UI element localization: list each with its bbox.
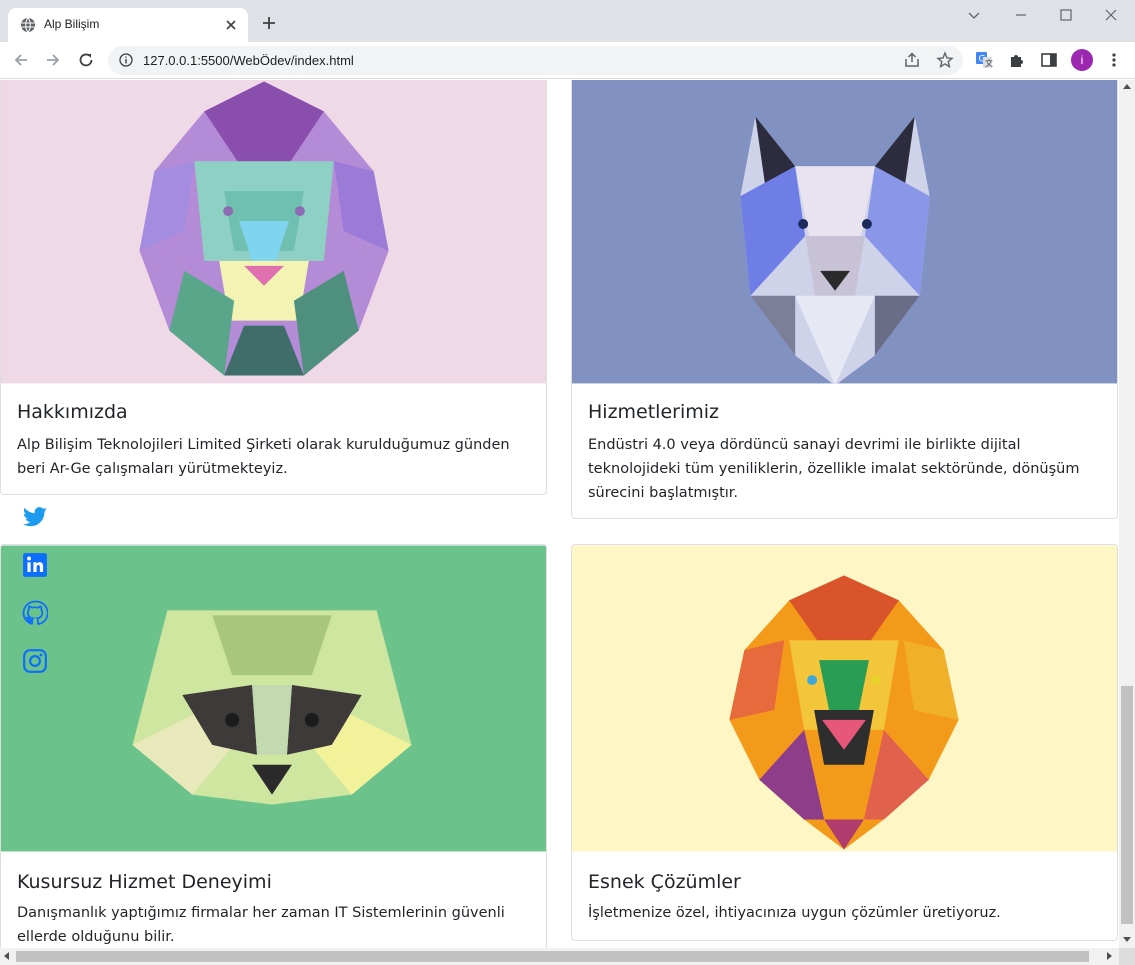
card-kusursuz-hizmet: Kusursuz Hizmet Deneyimi Danışmanlık yap… — [0, 544, 547, 948]
vertical-scrollbar[interactable] — [1119, 80, 1135, 948]
polygonal-wolf-image — [572, 80, 1117, 384]
scroll-up-arrow[interactable] — [1123, 84, 1131, 89]
card-hizmetlerimiz: Hizmetlerimiz Endüstri 4.0 veya dördüncü… — [571, 80, 1118, 519]
minimize-icon[interactable] — [1014, 8, 1028, 22]
back-icon[interactable] — [12, 51, 30, 69]
instagram-icon[interactable] — [22, 648, 48, 674]
horizontal-scroll-thumb[interactable] — [16, 951, 1089, 962]
close-window-icon[interactable] — [1104, 8, 1118, 22]
close-tab-icon[interactable] — [224, 18, 238, 32]
polygonal-lion-purple-image — [1, 80, 546, 384]
translate-icon[interactable]: G 文 — [975, 51, 993, 69]
profile-avatar[interactable]: i — [1071, 49, 1093, 71]
vertical-scroll-thumb[interactable] — [1121, 686, 1133, 924]
scroll-left-arrow[interactable] — [4, 952, 9, 960]
extensions-icon[interactable] — [1008, 51, 1026, 69]
browser-toolbar: 127.0.0.1:5500/WebÖdev/index.html G 文 i — [0, 42, 1135, 79]
linkedin-icon[interactable] — [22, 552, 48, 578]
tab-title: Alp Bilişim — [44, 17, 100, 31]
github-icon[interactable] — [22, 600, 48, 626]
side-panel-icon[interactable] — [1040, 51, 1058, 69]
card-text: Endüstri 4.0 veya dördüncü sanayi devrim… — [588, 437, 1080, 501]
card-title: Hizmetlerimiz — [588, 401, 720, 423]
scrollbar-corner — [1119, 948, 1135, 965]
menu-kebab-icon[interactable] — [1105, 51, 1123, 69]
card-text: Alp Bilişim Teknolojileri Limited Şirket… — [17, 437, 510, 477]
bookmark-star-icon[interactable] — [936, 51, 954, 69]
forward-icon[interactable] — [44, 51, 62, 69]
share-icon[interactable] — [903, 51, 921, 69]
page-viewport: Hakkımızda Alp Bilişim Teknolojileri Lim… — [0, 80, 1119, 948]
svg-text:文: 文 — [985, 58, 993, 68]
new-tab-icon[interactable] — [262, 16, 276, 30]
card-title: Esnek Çözümler — [588, 871, 741, 893]
card-title: Kusursuz Hizmet Deneyimi — [17, 871, 272, 893]
horizontal-scrollbar[interactable] — [0, 948, 1119, 965]
browser-tab[interactable]: Alp Bilişim — [8, 8, 248, 42]
card-esnek-cozumler: Esnek Çözümler İşletmenize özel, ihtiyac… — [571, 544, 1118, 941]
globe-icon — [21, 17, 35, 33]
polygonal-raccoon-image — [1, 545, 546, 852]
card-hakkimizda: Hakkımızda Alp Bilişim Teknolojileri Lim… — [0, 80, 547, 495]
card-text: Danışmanlık yaptığımız firmalar her zama… — [17, 905, 505, 945]
address-bar[interactable]: 127.0.0.1:5500/WebÖdev/index.html — [108, 46, 963, 75]
reload-icon[interactable] — [77, 51, 95, 69]
scroll-right-arrow[interactable] — [1107, 952, 1112, 960]
twitter-icon[interactable] — [22, 504, 48, 530]
polygonal-lion-orange-image — [572, 545, 1117, 852]
url-text[interactable]: 127.0.0.1:5500/WebÖdev/index.html — [143, 53, 354, 68]
browser-window: Alp Bilişim 127.0.0.1:5500/WebÖdev/index… — [0, 0, 1135, 965]
site-info-icon[interactable] — [119, 53, 133, 67]
maximize-icon[interactable] — [1059, 8, 1073, 22]
tab-strip: Alp Bilişim — [0, 0, 1135, 42]
scroll-down-arrow[interactable] — [1123, 937, 1131, 942]
card-text: İşletmenize özel, ihtiyacınıza uygun çöz… — [588, 905, 1001, 921]
card-title: Hakkımızda — [17, 401, 128, 423]
tab-search-icon[interactable] — [967, 8, 981, 22]
